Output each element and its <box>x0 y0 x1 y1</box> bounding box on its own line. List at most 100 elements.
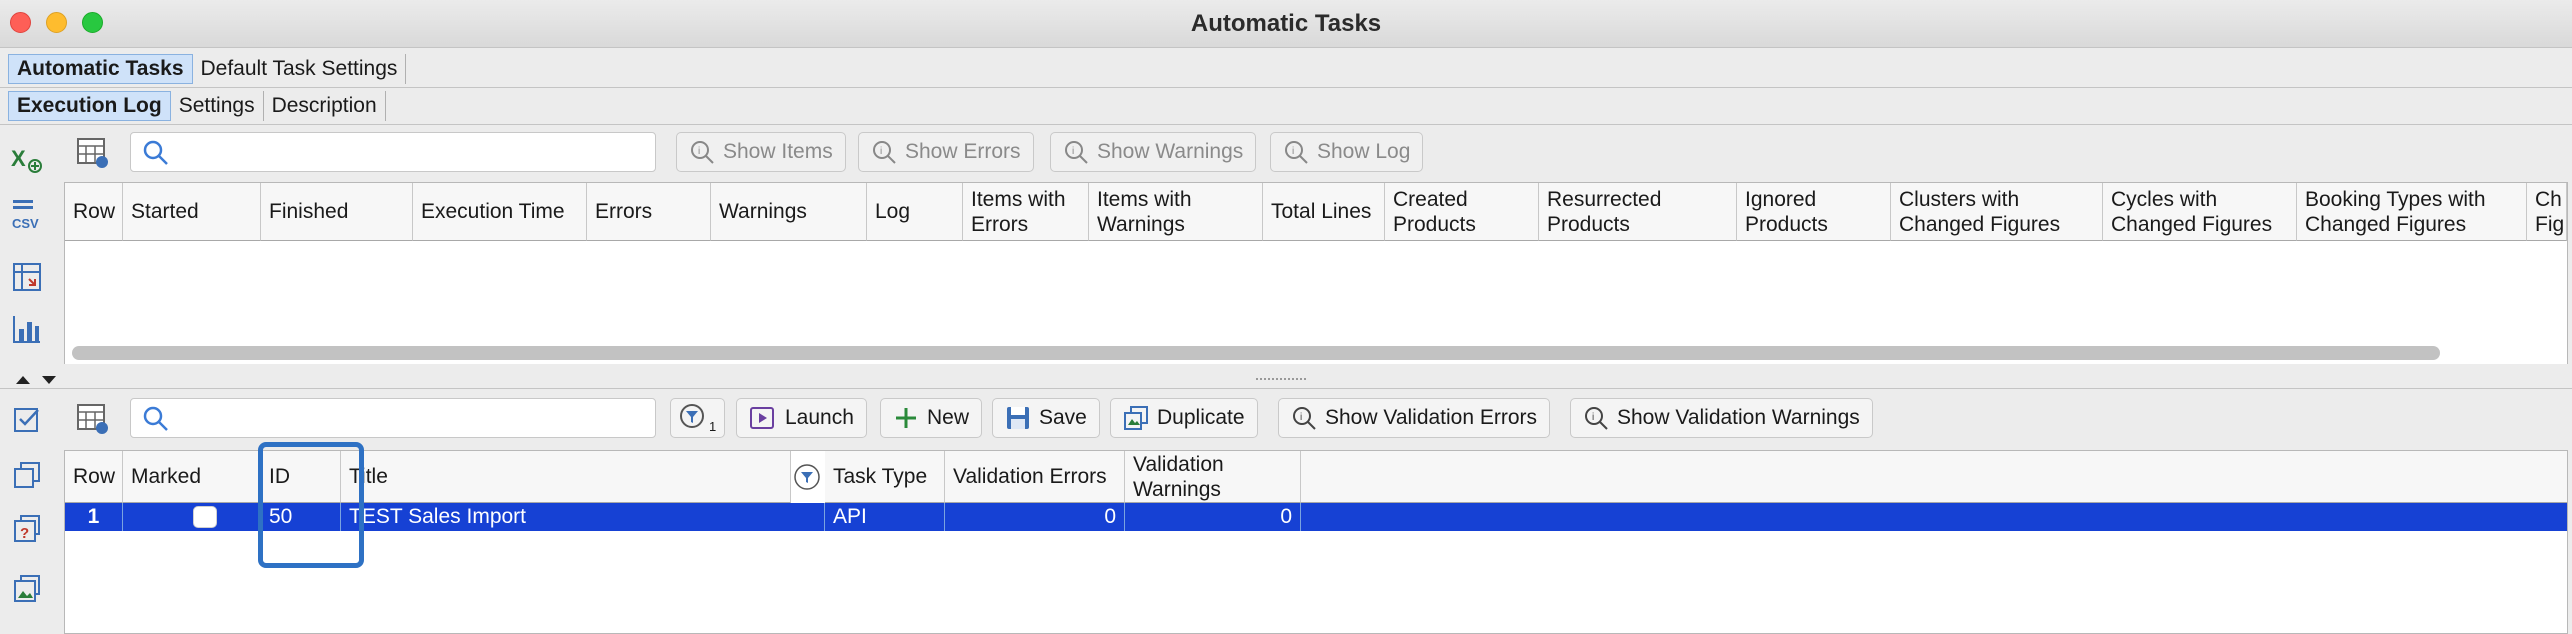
col-header-resurrected-products[interactable]: Resurrected Products <box>1539 183 1737 241</box>
save-icon <box>1007 407 1029 429</box>
show-validation-errors-label: Show Validation Errors <box>1325 406 1538 429</box>
show-items-button[interactable]: i Show Items <box>676 132 846 172</box>
col-header-cycles-with-changed-figures[interactable]: Cycles with Changed Figures <box>2103 183 2297 241</box>
col-header-items-with-errors[interactable]: Items with Errors <box>963 183 1089 241</box>
show-warnings-button[interactable]: i Show Warnings <box>1050 132 1257 172</box>
tab-description[interactable]: Description <box>264 91 386 121</box>
show-warnings-label: Show Warnings <box>1097 140 1244 163</box>
launch-label: Launch <box>785 406 854 429</box>
col-header-validation-errors[interactable]: Validation Errors <box>945 451 1125 503</box>
col-header-finished[interactable]: Finished <box>261 183 413 241</box>
search-icon <box>143 406 168 431</box>
show-errors-label: Show Errors <box>905 140 1021 163</box>
tab-default-task-settings[interactable]: Default Task Settings <box>193 54 407 84</box>
tab-settings[interactable]: Settings <box>171 91 264 121</box>
new-label: New <box>927 406 970 429</box>
filter-icon <box>680 404 704 428</box>
svg-text:i: i <box>1292 146 1294 157</box>
svg-text:i: i <box>1300 412 1302 423</box>
svg-text:i: i <box>880 146 882 157</box>
show-log-label: Show Log <box>1317 140 1411 163</box>
info-search-icon: i <box>1293 407 1316 430</box>
table-settings-icon[interactable] <box>76 136 110 170</box>
marked-cell[interactable] <box>123 503 261 531</box>
col-header-booking-types-with-changed-figures[interactable]: Booking Types with Changed Figures <box>2297 183 2527 241</box>
svg-text:i: i <box>1592 412 1594 423</box>
split-pane-divider[interactable] <box>0 370 2572 388</box>
table-settings-icon[interactable] <box>76 402 110 436</box>
sub-tab-bar: Execution Log Settings Description <box>8 90 386 122</box>
col-header-task-type[interactable]: Task Type <box>825 451 945 503</box>
marked-checkbox[interactable] <box>193 506 217 528</box>
col-header-title[interactable]: Title <box>341 451 791 503</box>
save-label: Save <box>1039 406 1087 429</box>
validation-errors-cell: 0 <box>945 503 1125 531</box>
show-validation-warnings-label: Show Validation Warnings <box>1617 406 1860 429</box>
table-row[interactable]: 1 50 TEST Sales Import API 0 0 <box>65 503 2567 531</box>
col-header-marked[interactable]: Marked <box>123 451 261 503</box>
show-validation-errors-button[interactable]: i Show Validation Errors <box>1278 398 1551 438</box>
mark-all-icon[interactable] <box>10 402 44 436</box>
image-copy-icon[interactable] <box>10 572 44 606</box>
table-transpose-icon[interactable] <box>10 260 44 294</box>
log-search-input[interactable] <box>130 132 656 172</box>
col-header-items-with-warnings[interactable]: Items with Warnings <box>1089 183 1263 241</box>
col-header-row[interactable]: Row <box>65 183 123 241</box>
horizontal-scrollbar[interactable] <box>72 346 2440 360</box>
show-items-label: Show Items <box>723 140 833 163</box>
svg-text:i: i <box>1072 146 1074 157</box>
execution-log-table[interactable]: Row Started Finished Execution Time Erro… <box>64 182 2568 364</box>
svg-text:X: X <box>11 146 26 171</box>
col-header-log[interactable]: Log <box>867 183 963 241</box>
export-excel-icon[interactable]: X <box>10 143 44 177</box>
col-header-execution-time[interactable]: Execution Time <box>413 183 587 241</box>
col-header-warnings[interactable]: Warnings <box>711 183 867 241</box>
col-header-started[interactable]: Started <box>123 183 261 241</box>
launch-button[interactable]: Launch <box>736 398 867 438</box>
tab-automatic-tasks[interactable]: Automatic Tasks <box>8 54 193 84</box>
show-log-button[interactable]: i Show Log <box>1270 132 1424 172</box>
svg-text:i: i <box>698 146 700 157</box>
validation-warnings-cell: 0 <box>1125 503 1301 531</box>
new-button[interactable]: New <box>880 398 983 438</box>
splitter-grip <box>1256 378 1306 381</box>
show-validation-warnings-button[interactable]: i Show Validation Warnings <box>1570 398 1873 438</box>
export-csv-icon[interactable]: CSV <box>10 197 44 231</box>
svg-text:?: ? <box>20 525 29 542</box>
filter-button[interactable]: 1 <box>670 398 726 438</box>
window-title: Automatic Tasks <box>1190 10 1382 37</box>
collapse-arrows-icon[interactable] <box>14 374 60 386</box>
info-search-icon: i <box>1065 141 1088 164</box>
col-header-row[interactable]: Row <box>65 451 123 503</box>
col-header-created-products[interactable]: Created Products <box>1385 183 1539 241</box>
col-header-truncated[interactable]: Ch Fig <box>2527 183 2567 241</box>
info-search-icon: i <box>873 141 896 164</box>
bar-chart-icon[interactable] <box>10 312 44 346</box>
tasks-search-input[interactable] <box>130 398 656 438</box>
svg-text:CSV: CSV <box>12 216 39 230</box>
task-type-cell: API <box>825 503 945 531</box>
col-header-clusters-with-changed-figures[interactable]: Clusters with Changed Figures <box>1891 183 2103 241</box>
save-button[interactable]: Save <box>992 398 1100 438</box>
main-tab-bar: Automatic Tasks Default Task Settings <box>8 53 407 85</box>
col-header-errors[interactable]: Errors <box>587 183 711 241</box>
tab-execution-log[interactable]: Execution Log <box>8 91 171 121</box>
col-header-total-lines[interactable]: Total Lines <box>1263 183 1385 241</box>
launch-icon <box>750 407 774 429</box>
row-number: 1 <box>65 503 123 531</box>
title-cell: TEST Sales Import <box>341 503 825 531</box>
title-bar: Automatic Tasks <box>0 0 2572 48</box>
duplicate-button[interactable]: Duplicate <box>1110 398 1258 438</box>
duplicate-label: Duplicate <box>1157 406 1245 429</box>
info-search-icon: i <box>691 141 714 164</box>
col-header-validation-warnings[interactable]: Validation Warnings <box>1125 451 1301 503</box>
duplicate-icon <box>1124 406 1148 430</box>
col-header-filler <box>1301 451 2567 503</box>
search-icon <box>143 140 168 165</box>
column-filter-icon[interactable] <box>793 463 821 491</box>
show-errors-button[interactable]: i Show Errors <box>858 132 1034 172</box>
help-copy-icon[interactable]: ? <box>10 512 44 546</box>
col-header-ignored-products[interactable]: Ignored Products <box>1737 183 1891 241</box>
copy-icon[interactable] <box>10 458 44 492</box>
tasks-table[interactable]: Row Marked ID Title Task Type Validation… <box>64 450 2568 634</box>
